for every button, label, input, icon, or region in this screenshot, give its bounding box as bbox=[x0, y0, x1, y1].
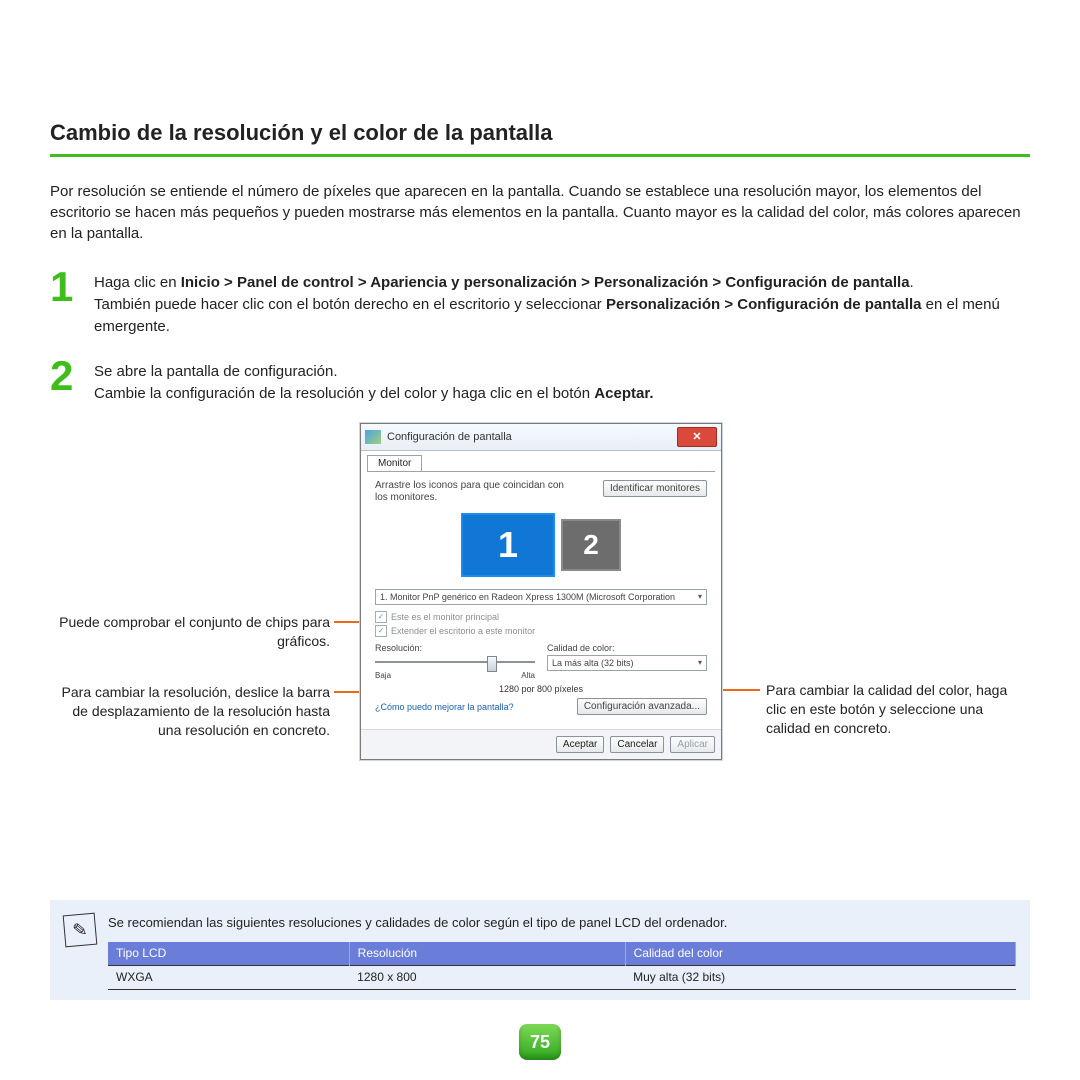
ok-button[interactable]: Aceptar bbox=[556, 736, 604, 753]
dialog-titlebar: Configuración de pantalla ✕ bbox=[361, 424, 721, 451]
callout-resolution: Para cambiar la resolución, deslice la b… bbox=[50, 683, 330, 740]
dialog-title: Configuración de pantalla bbox=[387, 431, 512, 443]
slider-high: Alta bbox=[521, 671, 535, 680]
step-1-body: Haga clic en Inicio > Panel de control >… bbox=[94, 266, 1030, 337]
chevron-down-icon: ▾ bbox=[698, 658, 702, 667]
extend-desktop-label: Extender el escritorio a este monitor bbox=[391, 626, 535, 636]
color-quality-label: Calidad de color: bbox=[547, 643, 707, 653]
monitor-1[interactable]: 1 bbox=[461, 513, 555, 577]
note-text: Se recomiendan las siguientes resolucion… bbox=[108, 914, 1016, 932]
step2-line1: Se abre la pantalla de configuración. bbox=[94, 363, 338, 380]
dialog-tabs: Monitor bbox=[361, 451, 721, 471]
lcd-table: Tipo LCD Resolución Calidad del color WX… bbox=[108, 942, 1016, 990]
identify-monitors-button[interactable]: Identificar monitores bbox=[603, 480, 707, 497]
callout-color: Para cambiar la calidad del color, haga … bbox=[766, 681, 1016, 738]
primary-monitor-label: Este es el monitor principal bbox=[391, 612, 499, 622]
step2-line2a: Cambie la configuración de la resolución… bbox=[94, 385, 594, 402]
step1-pre: Haga clic en bbox=[94, 274, 181, 291]
chevron-down-icon: ▾ bbox=[698, 592, 702, 601]
resolution-label: Resolución: bbox=[375, 643, 535, 653]
monitor-layout: 1 2 bbox=[375, 513, 707, 577]
th-res: Resolución bbox=[349, 942, 625, 965]
step-2: 2 Se abre la pantalla de configuración. … bbox=[50, 355, 1030, 405]
callout-chips: Puede comprobar el conjunto de chips par… bbox=[50, 613, 330, 651]
apply-button[interactable]: Aplicar bbox=[670, 736, 715, 753]
step1-bold1: Inicio > Panel de control > Apariencia y… bbox=[181, 274, 910, 291]
recommendation-note: ✎ Se recomiendan las siguientes resoluci… bbox=[50, 900, 1030, 1000]
close-icon[interactable]: ✕ bbox=[677, 427, 717, 447]
th-lcd: Tipo LCD bbox=[108, 942, 349, 965]
step-2-body: Se abre la pantalla de configuración. Ca… bbox=[94, 355, 654, 405]
table-row: WXGA 1280 x 800 Muy alta (32 bits) bbox=[108, 966, 1016, 990]
dialog-panel: Arrastre los iconos para que coincidan c… bbox=[367, 471, 715, 723]
step1-mid2: También puede hacer clic con el botón de… bbox=[94, 296, 606, 313]
td-res: 1280 x 800 bbox=[349, 966, 625, 990]
tab-monitor[interactable]: Monitor bbox=[367, 455, 422, 471]
resolution-slider[interactable] bbox=[375, 655, 535, 669]
td-color: Muy alta (32 bits) bbox=[625, 966, 1015, 990]
page-title: Cambio de la resolución y el color de la… bbox=[50, 120, 1030, 146]
display-settings-icon bbox=[365, 430, 381, 444]
extend-desktop-checkbox[interactable]: ✓Extender el escritorio a este monitor bbox=[375, 625, 707, 637]
improve-display-link[interactable]: ¿Cómo puedo mejorar la pantalla? bbox=[375, 702, 514, 712]
page-number-badge: 75 bbox=[519, 1024, 561, 1060]
table-header-row: Tipo LCD Resolución Calidad del color bbox=[108, 942, 1016, 965]
monitor-2[interactable]: 2 bbox=[561, 519, 621, 571]
slider-low: Baja bbox=[375, 671, 391, 680]
th-color: Calidad del color bbox=[625, 942, 1015, 965]
monitor-select[interactable]: 1. Monitor PnP genérico en Radeon Xpress… bbox=[375, 589, 707, 605]
advanced-settings-button[interactable]: Configuración avanzada... bbox=[577, 698, 707, 715]
step-number-1: 1 bbox=[50, 266, 94, 337]
display-settings-dialog: Configuración de pantalla ✕ Monitor Arra… bbox=[360, 423, 722, 760]
resolution-value: 1280 por 800 píxeles bbox=[375, 684, 707, 694]
drag-hint: Arrastre los iconos para que coincidan c… bbox=[375, 480, 565, 505]
td-lcd: WXGA bbox=[108, 966, 349, 990]
intro-paragraph: Por resolución se entiende el número de … bbox=[50, 181, 1030, 244]
step-number-2: 2 bbox=[50, 355, 94, 405]
dialog-buttons: Aceptar Cancelar Aplicar bbox=[361, 729, 721, 759]
step-1: 1 Haga clic en Inicio > Panel de control… bbox=[50, 266, 1030, 337]
step1-bold2: Personalización > Configuración de panta… bbox=[606, 296, 921, 313]
primary-monitor-checkbox[interactable]: ✓Este es el monitor principal bbox=[375, 611, 707, 623]
pencil-icon: ✎ bbox=[63, 913, 98, 948]
monitor-select-value: 1. Monitor PnP genérico en Radeon Xpress… bbox=[380, 592, 675, 602]
title-rule bbox=[50, 154, 1030, 157]
step2-line2b: Aceptar. bbox=[594, 385, 653, 402]
color-quality-select[interactable]: La más alta (32 bits) ▾ bbox=[547, 655, 707, 671]
screenshot-area: Puede comprobar el conjunto de chips par… bbox=[50, 423, 1030, 823]
cancel-button[interactable]: Cancelar bbox=[610, 736, 664, 753]
step1-mid: . bbox=[910, 274, 914, 291]
page: Cambio de la resolución y el color de la… bbox=[0, 0, 1080, 1080]
color-quality-value: La más alta (32 bits) bbox=[552, 658, 634, 668]
